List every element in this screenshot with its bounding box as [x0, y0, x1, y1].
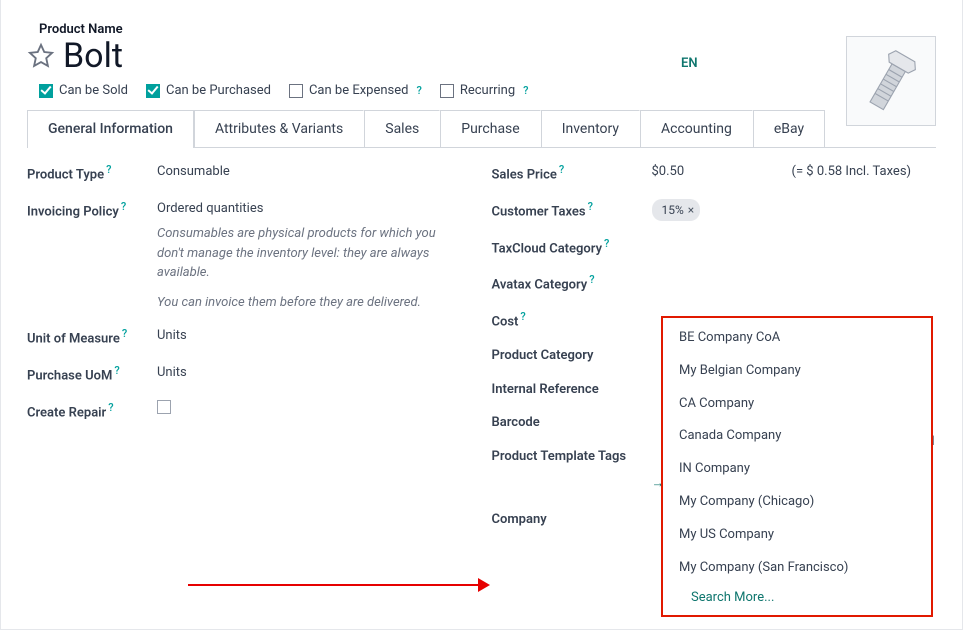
checkbox-checked-icon [146, 84, 160, 98]
create-repair-label: Create Repair [27, 405, 106, 420]
favorite-star-icon[interactable] [27, 42, 55, 70]
tabs-bar: General Information Attributes & Variant… [27, 110, 936, 148]
can-be-expensed-label: Can be Expensed [309, 83, 409, 98]
dropdown-item[interactable]: My Company (Chicago) [663, 486, 931, 519]
language-badge[interactable]: EN [681, 56, 698, 71]
checkbox-checked-icon [39, 84, 53, 98]
form-left-column: Product Type? Consumable Invoicing Polic… [27, 162, 472, 543]
help-icon[interactable]: ? [523, 84, 528, 97]
checkbox-icon [440, 84, 454, 98]
dropdown-item[interactable]: My US Company [663, 519, 931, 552]
tab-sales[interactable]: Sales [364, 110, 440, 147]
bolt-icon [846, 36, 936, 126]
product-image-thumbnail[interactable] [846, 36, 936, 126]
annotation-arrow-icon [188, 584, 488, 586]
product-template-tags-label: Product Template Tags [492, 449, 627, 464]
recurring-label: Recurring [460, 83, 515, 98]
dropdown-item[interactable]: BE Company CoA [663, 322, 931, 355]
dropdown-item[interactable]: Canada Company [663, 420, 931, 453]
tab-purchase[interactable]: Purchase [440, 110, 540, 147]
product-title[interactable]: Bolt [63, 39, 123, 73]
product-type-value[interactable]: Consumable [157, 162, 472, 182]
company-label: Company [492, 512, 547, 527]
sales-price-label: Sales Price [492, 167, 557, 182]
invoicing-policy-label: Invoicing Policy [27, 204, 119, 219]
help-icon[interactable]: ? [108, 401, 113, 414]
help-text-invoice: You can invoice them before they are del… [157, 293, 457, 313]
title-row: Bolt [27, 39, 936, 73]
help-icon[interactable]: ? [416, 84, 421, 97]
product-flags-row: Can be Sold Can be Purchased Can be Expe… [39, 83, 936, 98]
tax-tag-label: 15% [662, 201, 684, 219]
product-type-label: Product Type [27, 167, 104, 182]
help-icon[interactable]: ? [122, 327, 127, 340]
tab-inventory[interactable]: Inventory [541, 110, 640, 147]
can-be-purchased-label: Can be Purchased [166, 83, 271, 98]
cost-label: Cost [492, 315, 519, 330]
checkbox-icon [289, 84, 303, 98]
customer-taxes-label: Customer Taxes [492, 204, 586, 219]
recurring-checkbox[interactable]: Recurring ? [440, 83, 529, 98]
help-icon[interactable]: ? [588, 200, 593, 213]
barcode-label: Barcode [492, 415, 540, 430]
help-icon[interactable]: ? [520, 310, 525, 323]
purchase-uom-label: Purchase UoM [27, 368, 112, 383]
dropdown-item[interactable]: My Belgian Company [663, 355, 931, 388]
invoicing-policy-value[interactable]: Ordered quantities [157, 199, 472, 219]
help-icon[interactable]: ? [589, 273, 594, 286]
can-be-sold-label: Can be Sold [59, 83, 128, 98]
dropdown-item[interactable]: IN Company [663, 453, 931, 486]
product-name-label: Product Name [39, 22, 936, 37]
tax-tag[interactable]: 15% × [652, 199, 701, 221]
company-dropdown: BE Company CoA My Belgian Company CA Com… [661, 316, 933, 617]
product-category-label: Product Category [492, 348, 594, 363]
internal-reference-label: Internal Reference [492, 382, 599, 397]
dropdown-item[interactable]: CA Company [663, 388, 931, 421]
create-repair-checkbox[interactable] [157, 400, 171, 414]
can-be-expensed-checkbox[interactable]: Can be Expensed ? [289, 83, 422, 98]
dropdown-search-more[interactable]: Search More... [663, 584, 931, 611]
tab-attributes-variants[interactable]: Attributes & Variants [194, 110, 364, 147]
sales-price-value[interactable]: $0.50 [652, 162, 792, 182]
help-text-consumable: Consumables are physical products for wh… [157, 224, 457, 283]
taxcloud-category-label: TaxCloud Category [492, 241, 603, 256]
help-icon[interactable]: ? [106, 163, 111, 176]
close-icon[interactable]: × [688, 201, 694, 219]
tab-general-information[interactable]: General Information [27, 110, 194, 147]
can-be-purchased-checkbox[interactable]: Can be Purchased [146, 83, 271, 98]
tab-ebay[interactable]: eBay [753, 110, 825, 147]
help-icon[interactable]: ? [559, 163, 564, 176]
purchase-uom-value[interactable]: Units [157, 363, 472, 383]
uom-label: Unit of Measure [27, 332, 120, 347]
help-icon[interactable]: ? [114, 364, 119, 377]
tab-accounting[interactable]: Accounting [640, 110, 753, 147]
uom-value[interactable]: Units [157, 326, 472, 346]
help-icon[interactable]: ? [121, 200, 126, 213]
can-be-sold-checkbox[interactable]: Can be Sold [39, 83, 128, 98]
help-icon[interactable]: ? [604, 237, 609, 250]
incl-taxes-text: (= $ 0.58 Incl. Taxes) [792, 162, 912, 182]
avatax-category-label: Avatax Category [492, 278, 588, 293]
product-form-page: Product Name Bolt EN Can be Sold Can be … [0, 0, 963, 630]
dropdown-item[interactable]: My Company (San Francisco) [663, 552, 931, 585]
